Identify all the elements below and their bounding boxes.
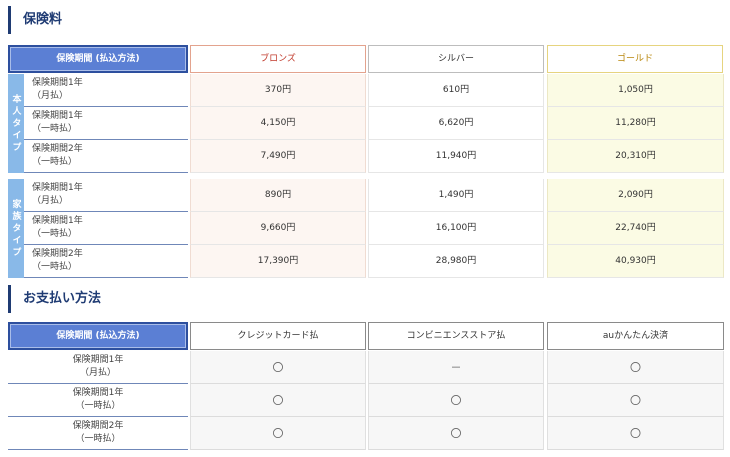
availability-mark: 〇 [368, 384, 544, 417]
row-period-line2: （一時払） [32, 124, 78, 134]
availability-mark: 〇 [547, 384, 724, 417]
row-period-line1: 保険期間1年 [32, 216, 83, 226]
price-gold: 40,930円 [547, 245, 724, 278]
price-bronze: 370円 [190, 74, 366, 107]
row-period-line1: 保険期間1年 [32, 78, 83, 88]
availability-mark: － [368, 351, 544, 384]
payment-section-title: お支払い方法 [8, 285, 101, 313]
price-bronze: 9,660円 [190, 212, 366, 245]
price-silver: 610円 [368, 74, 544, 107]
header-gold: ゴールド [547, 45, 723, 73]
availability-mark: 〇 [190, 384, 366, 417]
pay-row-period-label: 保険期間1年 （一時払） [8, 384, 188, 417]
table-row: 保険期間1年 （一時払） 〇 〇 〇 [8, 384, 724, 417]
row-period-line1: 保険期間2年 [32, 144, 83, 154]
table-row: 保険期間2年 （一時払） 〇 〇 〇 [8, 417, 724, 450]
table-row: 保険期間1年 （月払） 〇 － 〇 [8, 351, 724, 384]
availability-mark: 〇 [547, 351, 724, 384]
row-period-label: 保険期間2年 （一時払） [24, 140, 188, 173]
pay-header-au-easy-payment: auかんたん決済 [547, 322, 724, 350]
row-period-line1: 保険期間2年 [32, 249, 83, 259]
price-silver: 6,620円 [368, 107, 544, 140]
row-period-label: 保険期間1年 （月払） [24, 74, 188, 107]
price-gold: 1,050円 [547, 74, 724, 107]
row-period-label: 保険期間1年 （一時払） [24, 107, 188, 140]
row-period-line2: （一時払） [32, 157, 78, 167]
row-period-line2: （月払） [32, 196, 69, 206]
row-period-line2: （一時払） [32, 262, 78, 272]
pay-header-period: 保険期間 (払込方法) [8, 322, 188, 350]
price-bronze: 890円 [190, 179, 366, 212]
pay-header-credit-card: クレジットカード払 [190, 322, 366, 350]
row-period-label: 保険期間1年 （月払） [24, 179, 188, 212]
price-gold: 20,310円 [547, 140, 724, 173]
payment-table-header: 保険期間 (払込方法) クレジットカード払 コンビニエンスストア払 auかんたん… [0, 322, 730, 350]
availability-mark: 〇 [547, 417, 724, 450]
premium-group-family: 家族タイプ 保険期間1年 （月払） 890円 1,490円 2,090円 保険期… [8, 179, 724, 278]
row-period-label: 保険期間1年 （一時払） [24, 212, 188, 245]
price-silver: 28,980円 [368, 245, 544, 278]
header-bronze: ブロンズ [190, 45, 366, 73]
row-period-line1: 保険期間1年 [32, 111, 83, 121]
pay-row-period-label: 保険期間1年 （月払） [8, 351, 188, 384]
page: 保険料 保険期間 (払込方法) ブロンズ シルバー ゴールド 本人タイプ 保険期… [0, 0, 730, 457]
row-period-line1: 保険期間1年 [32, 183, 83, 193]
premium-table-header: 保険期間 (払込方法) ブロンズ シルバー ゴールド [0, 45, 730, 73]
price-silver: 1,490円 [368, 179, 544, 212]
price-bronze: 4,150円 [190, 107, 366, 140]
type-label-self: 本人タイプ [8, 74, 24, 173]
pay-header-convenience-store: コンビニエンスストア払 [368, 322, 544, 350]
row-period-line2: （月払） [32, 91, 69, 101]
pay-row-period-line2: （一時払） [75, 401, 121, 411]
pay-row-period-line1: 保険期間1年 [72, 355, 124, 365]
pay-row-period-line1: 保険期間1年 [72, 388, 124, 398]
price-silver: 11,940円 [368, 140, 544, 173]
availability-mark: 〇 [190, 351, 366, 384]
row-period-label: 保険期間2年 （一時払） [24, 245, 188, 278]
header-period: 保険期間 (払込方法) [8, 45, 188, 73]
price-bronze: 7,490円 [190, 140, 366, 173]
availability-mark: 〇 [190, 417, 366, 450]
availability-mark: 〇 [368, 417, 544, 450]
pay-row-period-line2: （一時払） [75, 434, 121, 444]
premium-group-self: 本人タイプ 保険期間1年 （月払） 370円 610円 1,050円 保険期間1… [8, 74, 724, 173]
price-gold: 22,740円 [547, 212, 724, 245]
row-period-line2: （一時払） [32, 229, 78, 239]
price-gold: 2,090円 [547, 179, 724, 212]
premium-section-title: 保険料 [8, 6, 62, 34]
pay-row-period-line2: （月払） [79, 368, 116, 378]
type-label-family: 家族タイプ [8, 179, 24, 278]
header-silver: シルバー [368, 45, 544, 73]
price-bronze: 17,390円 [190, 245, 366, 278]
price-gold: 11,280円 [547, 107, 724, 140]
pay-row-period-label: 保険期間2年 （一時払） [8, 417, 188, 450]
pay-row-period-line1: 保険期間2年 [72, 421, 124, 431]
price-silver: 16,100円 [368, 212, 544, 245]
